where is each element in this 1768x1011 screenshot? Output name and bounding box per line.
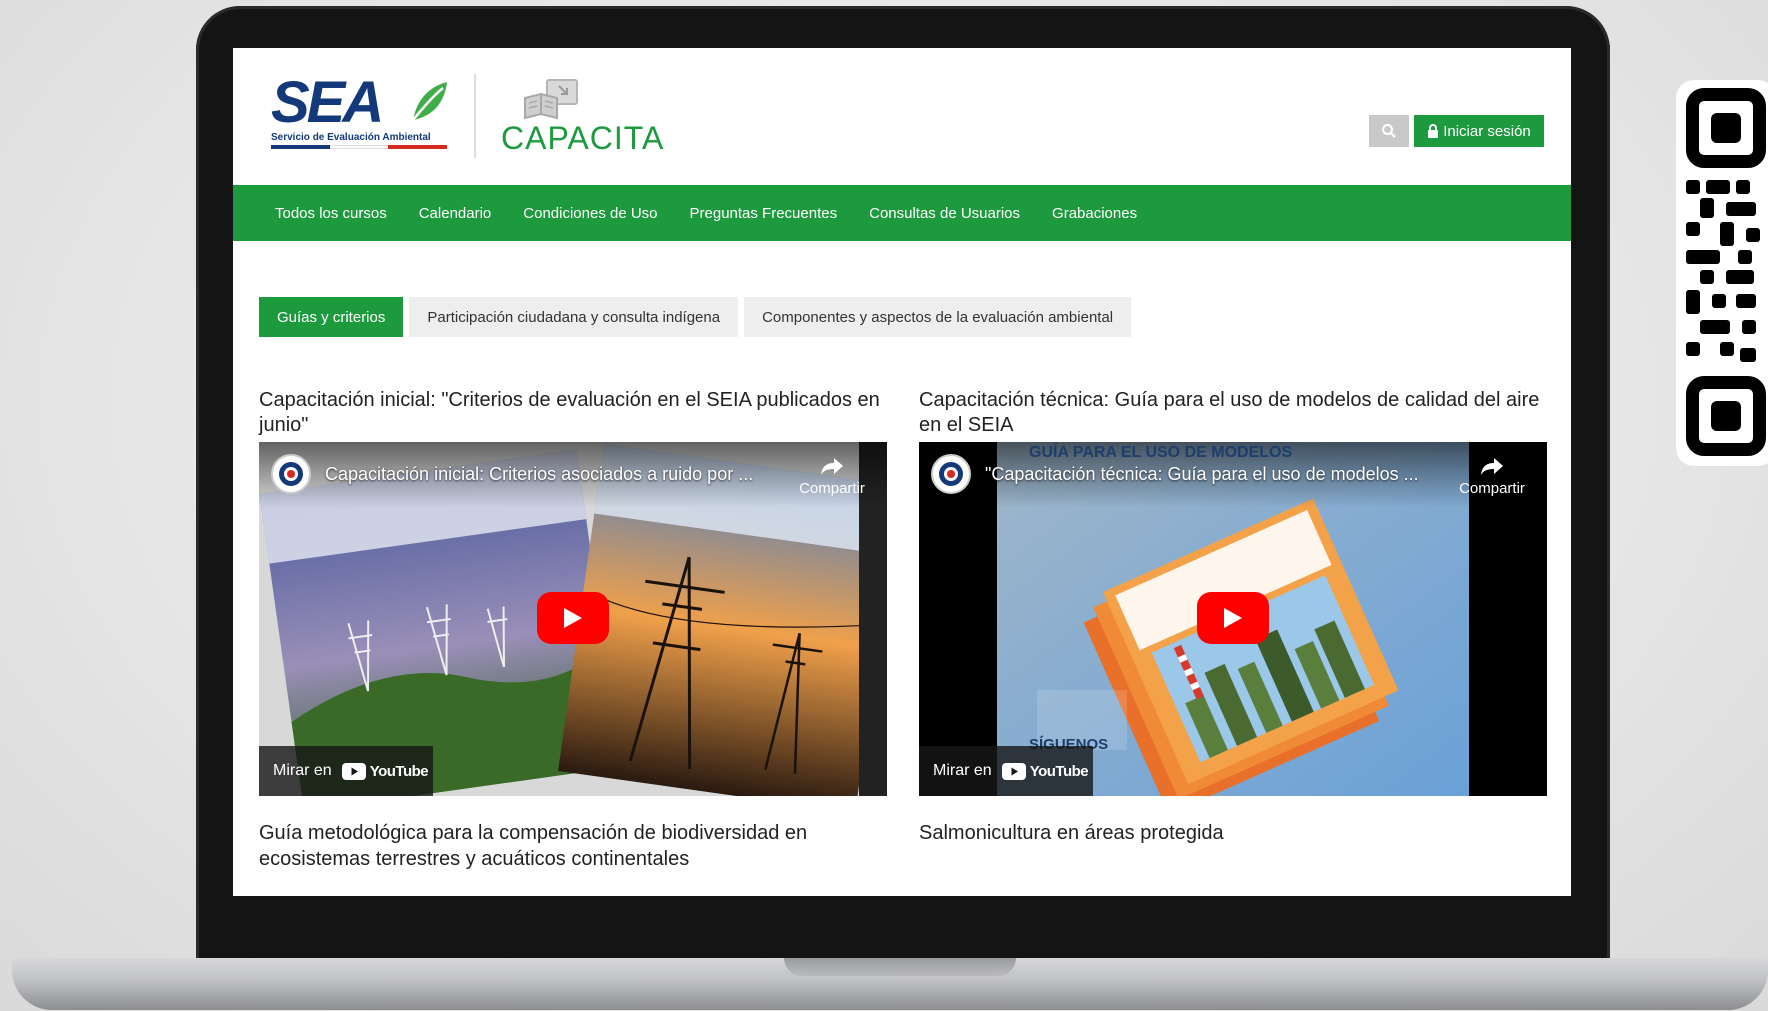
watch-on-youtube[interactable]: Mirar en YouTube [259, 746, 433, 796]
youtube-icon [1001, 762, 1026, 780]
site-header: SEA Servicio de Evaluación Ambiental CAP… [233, 48, 1571, 185]
share-arrow-icon [1481, 458, 1503, 475]
play-icon [1224, 608, 1242, 628]
sea-subtitle: Servicio de Evaluación Ambiental [271, 132, 431, 143]
book-screen-icon [524, 79, 578, 120]
nav-item-todos-los-cursos[interactable]: Todos los cursos [275, 205, 387, 222]
video-embed[interactable]: Capacitación inicial: Criterios asociado… [259, 442, 887, 796]
course-title[interactable]: Capacitación técnica: Guía para el uso d… [919, 388, 1547, 440]
tab-guias-y-criterios[interactable]: Guías y criterios [259, 297, 404, 337]
lock-icon [1428, 124, 1439, 138]
course-card: Capacitación técnica: Guía para el uso d… [919, 388, 1547, 796]
nav-item-consultas-de-usuarios[interactable]: Consultas de Usuarios [869, 205, 1020, 222]
play-button[interactable] [537, 592, 609, 644]
tab-componentes-y-aspectos[interactable]: Componentes y aspectos de la evaluación … [744, 297, 1132, 337]
channel-avatar[interactable] [271, 454, 311, 494]
play-icon [564, 608, 582, 628]
nav-item-calendario[interactable]: Calendario [419, 205, 492, 222]
tab-participacion-ciudadana[interactable]: Participación ciudadana y consulta indíg… [409, 297, 739, 337]
course-title[interactable]: Guía metodológica para la compensación d… [259, 820, 887, 872]
login-label: Iniciar sesión [1443, 122, 1531, 140]
logo-divider [474, 74, 476, 158]
youtube-label: YouTube [1029, 762, 1089, 780]
youtube-logo: YouTube [341, 762, 429, 780]
course-title[interactable]: Salmonicultura en áreas protegida [919, 820, 1547, 846]
watch-label: Mirar en [273, 762, 332, 779]
share-label: Compartir [1459, 480, 1525, 497]
qr-finder-top [1686, 88, 1766, 168]
browser-screen: SEA Servicio de Evaluación Ambiental CAP… [233, 48, 1571, 896]
nav-item-condiciones-de-uso[interactable]: Condiciones de Uso [523, 205, 657, 222]
search-icon [1382, 124, 1396, 138]
category-tabs: Guías y criterios Participación ciudadan… [259, 297, 1132, 337]
login-button[interactable]: Iniciar sesión [1414, 115, 1544, 147]
share-button[interactable]: Compartir [797, 456, 867, 497]
course-card: Capacitación inicial: "Criterios de eval… [259, 388, 887, 796]
leaf-icon [412, 82, 447, 121]
app-name: CAPACITA [501, 120, 665, 156]
nav-item-preguntas-frecuentes[interactable]: Preguntas Frecuentes [690, 205, 838, 222]
course-title[interactable]: Capacitación inicial: "Criterios de eval… [259, 388, 887, 440]
youtube-logo: YouTube [1001, 762, 1089, 780]
play-button[interactable] [1197, 592, 1269, 644]
share-arrow-icon [821, 458, 843, 475]
main-nav: Todos los cursos Calendario Condiciones … [233, 185, 1571, 241]
qr-finder-bottom [1686, 376, 1766, 456]
thumbnail-heading: GUÍA PARA EL USO DE MODELOS [1029, 444, 1293, 461]
youtube-label: YouTube [369, 762, 429, 780]
channel-avatar[interactable] [931, 454, 971, 494]
video-title[interactable]: "Capacitación técnica: Guía para el uso … [985, 464, 1419, 485]
search-button[interactable] [1369, 115, 1409, 147]
watch-on-youtube[interactable]: Mirar en YouTube [919, 746, 1093, 796]
share-button[interactable]: Compartir [1457, 456, 1527, 497]
sea-flag-stripe [271, 145, 448, 149]
video-embed[interactable]: GUÍA PARA EL USO DE MODELOS SÍGUENOS "Ca… [919, 442, 1547, 796]
video-title[interactable]: Capacitación inicial: Criterios asociado… [325, 464, 753, 485]
sea-logo[interactable]: SEA Servicio de Evaluación Ambiental [271, 74, 451, 149]
qr-code [1676, 80, 1768, 466]
sea-badge-icon [939, 462, 963, 486]
laptop-notch [784, 958, 1016, 976]
nav-item-grabaciones[interactable]: Grabaciones [1052, 205, 1137, 222]
share-label: Compartir [799, 480, 865, 497]
youtube-icon [341, 762, 366, 780]
sea-badge-icon [279, 462, 303, 486]
watch-label: Mirar en [933, 762, 992, 779]
